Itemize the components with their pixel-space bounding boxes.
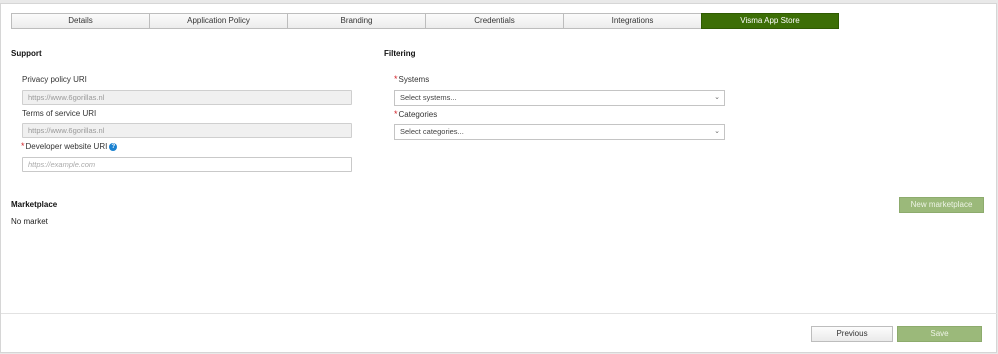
tab-visma-app-store[interactable]: Visma App Store	[701, 13, 839, 29]
systems-label: *Systems	[394, 74, 429, 84]
previous-button[interactable]: Previous	[811, 326, 893, 342]
tab-integrations[interactable]: Integrations	[563, 13, 701, 29]
developer-website-input[interactable]	[22, 157, 352, 172]
developer-website-label-text: Developer website URI	[25, 142, 108, 151]
required-marker: *	[394, 109, 398, 119]
save-button[interactable]: Save	[897, 326, 982, 342]
chevron-down-icon: ⌄	[714, 128, 720, 135]
terms-of-service-input[interactable]	[22, 123, 352, 138]
systems-select[interactable]: Select systems... ⌄	[394, 90, 725, 106]
tab-branding[interactable]: Branding	[287, 13, 425, 29]
tab-bar: Details Application Policy Branding Cred…	[11, 13, 839, 29]
privacy-policy-label: Privacy policy URI	[22, 75, 87, 84]
terms-of-service-label: Terms of service URI	[22, 109, 97, 118]
tab-application-policy[interactable]: Application Policy	[149, 13, 287, 29]
tab-details[interactable]: Details	[11, 13, 149, 29]
filtering-heading: Filtering	[384, 49, 416, 58]
support-heading: Support	[11, 49, 42, 58]
footer-divider	[1, 313, 997, 314]
developer-website-label: *Developer website URI?	[21, 141, 118, 151]
no-market-text: No market	[11, 217, 48, 226]
systems-select-placeholder: Select systems...	[400, 93, 457, 102]
required-marker: *	[394, 74, 398, 84]
new-marketplace-button[interactable]: New marketplace	[899, 197, 984, 213]
categories-select[interactable]: Select categories... ⌄	[394, 124, 725, 140]
chevron-down-icon: ⌄	[714, 94, 720, 101]
required-marker: *	[21, 141, 25, 151]
marketplace-heading: Marketplace	[11, 200, 58, 209]
categories-select-placeholder: Select categories...	[400, 127, 464, 136]
privacy-policy-input[interactable]	[22, 90, 352, 105]
main-panel	[0, 3, 997, 353]
help-icon[interactable]: ?	[109, 143, 118, 151]
categories-label-text: Categories	[398, 110, 438, 119]
systems-label-text: Systems	[398, 75, 430, 84]
tab-credentials[interactable]: Credentials	[425, 13, 563, 29]
categories-label: *Categories	[394, 109, 437, 119]
